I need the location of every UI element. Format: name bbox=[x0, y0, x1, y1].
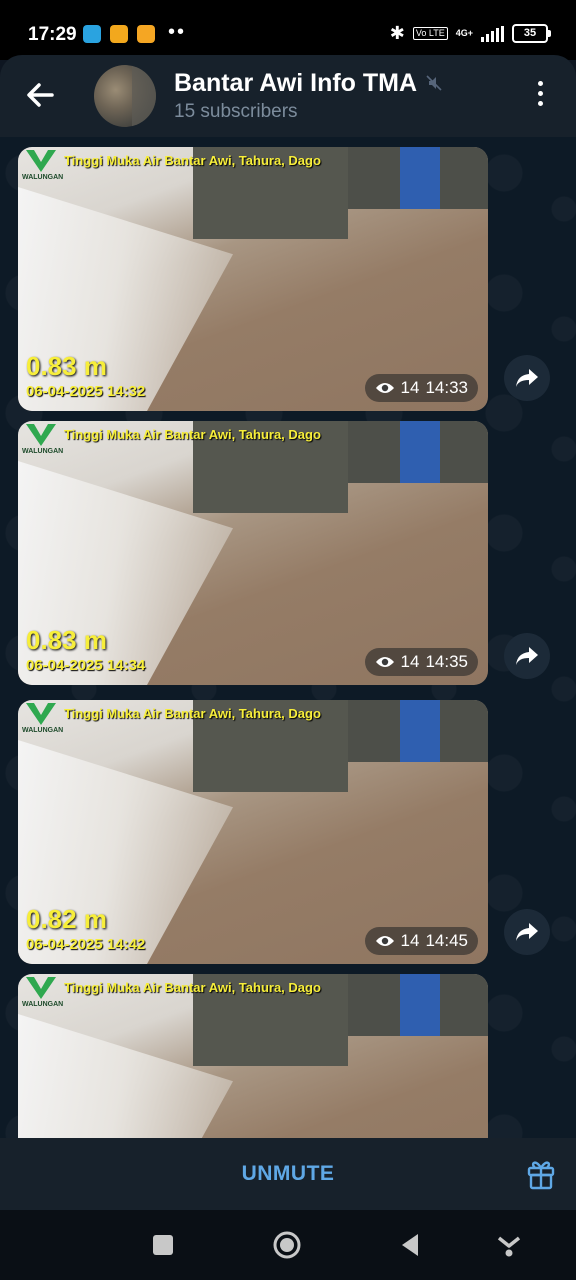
logo-text: WALUNGAN bbox=[22, 174, 64, 181]
views-eye-icon bbox=[375, 936, 394, 946]
system-nav-bar bbox=[0, 1210, 576, 1280]
walungan-logo bbox=[26, 150, 56, 172]
share-arrow-icon bbox=[516, 923, 538, 941]
message-time: 14:35 bbox=[425, 652, 468, 671]
message-time: 14:45 bbox=[425, 931, 468, 950]
logo-text: WALUNGAN bbox=[22, 1001, 64, 1008]
home-circle-icon[interactable] bbox=[272, 1230, 302, 1260]
volte-icon: Vo LTE bbox=[412, 27, 448, 40]
bottom-bar: UNMUTE bbox=[0, 1138, 576, 1210]
views-eye-icon bbox=[375, 383, 394, 393]
more-notifications-indicator: •• bbox=[168, 21, 187, 43]
message-meta: 14 14:45 bbox=[364, 927, 478, 955]
channel-title[interactable]: Bantar Awi Info TMA bbox=[174, 69, 417, 98]
share-button[interactable] bbox=[504, 909, 550, 955]
walungan-logo bbox=[26, 703, 56, 725]
more-options-icon[interactable] bbox=[528, 81, 552, 111]
photo-caption: Tinggi Muka Air Bantar Awi, Tahura, Dago bbox=[64, 153, 321, 168]
unmute-button[interactable]: UNMUTE bbox=[0, 1162, 576, 1186]
telegram-icon bbox=[83, 25, 101, 43]
share-arrow-icon bbox=[516, 369, 538, 387]
view-count: 14 bbox=[400, 652, 420, 671]
view-count: 14 bbox=[400, 378, 420, 397]
water-level: 0.83 m bbox=[26, 351, 107, 381]
message-time: 14:33 bbox=[425, 378, 468, 397]
app-icon bbox=[110, 25, 128, 43]
photo-datestamp: 06-04-2025 14:42 bbox=[26, 936, 146, 953]
photo-message[interactable]: WALUNGAN Tinggi Muka Air Bantar Awi, Tah… bbox=[18, 974, 488, 1138]
status-time: 17:29 bbox=[28, 24, 77, 45]
photo-datestamp: 06-04-2025 14:32 bbox=[26, 383, 146, 400]
water-level: 0.83 m bbox=[26, 625, 107, 655]
back-triangle-icon[interactable] bbox=[396, 1230, 426, 1260]
walungan-logo bbox=[26, 424, 56, 446]
channel-avatar[interactable] bbox=[94, 65, 156, 127]
status-bar: 17:29 •• ✱ Vo LTE 4G+ 35 bbox=[0, 0, 576, 60]
logo-text: WALUNGAN bbox=[22, 727, 64, 734]
message-meta: 14 14:35 bbox=[364, 648, 478, 676]
photo-message[interactable]: WALUNGAN Tinggi Muka Air Bantar Awi, Tah… bbox=[18, 147, 488, 411]
photo-datestamp: 06-04-2025 14:34 bbox=[26, 657, 146, 674]
walungan-logo bbox=[26, 977, 56, 999]
recents-square-icon[interactable] bbox=[148, 1230, 178, 1260]
battery-icon: 35 bbox=[512, 24, 551, 43]
logo-text: WALUNGAN bbox=[22, 448, 64, 455]
share-arrow-icon bbox=[516, 647, 538, 665]
muted-icon bbox=[426, 75, 442, 91]
photo-caption: Tinggi Muka Air Bantar Awi, Tahura, Dago bbox=[64, 980, 321, 995]
photo-message[interactable]: WALUNGAN Tinggi Muka Air Bantar Awi, Tah… bbox=[18, 700, 488, 964]
photo-caption: Tinggi Muka Air Bantar Awi, Tahura, Dago bbox=[64, 706, 321, 721]
chat-feed[interactable]: WALUNGAN Tinggi Muka Air Bantar Awi, Tah… bbox=[0, 137, 576, 1138]
photo-caption: Tinggi Muka Air Bantar Awi, Tahura, Dago bbox=[64, 427, 321, 442]
photo-message[interactable]: WALUNGAN Tinggi Muka Air Bantar Awi, Tah… bbox=[18, 421, 488, 685]
hide-nav-chevron-icon[interactable] bbox=[494, 1230, 524, 1260]
back-arrow-icon[interactable] bbox=[22, 77, 58, 113]
bluetooth-icon: ✱ bbox=[389, 23, 405, 43]
signal-icon bbox=[481, 25, 504, 42]
message-meta: 14 14:33 bbox=[364, 374, 478, 402]
subscriber-count: 15 subscribers bbox=[174, 101, 298, 122]
gift-icon[interactable] bbox=[526, 1156, 556, 1190]
notes-icon bbox=[137, 25, 155, 43]
network-type: 4G+ bbox=[455, 28, 473, 38]
channel-header: Bantar Awi Info TMA 15 subscribers bbox=[0, 55, 576, 137]
share-button[interactable] bbox=[504, 633, 550, 679]
view-count: 14 bbox=[400, 931, 420, 950]
views-eye-icon bbox=[375, 657, 394, 667]
water-level: 0.82 m bbox=[26, 904, 107, 934]
share-button[interactable] bbox=[504, 355, 550, 401]
